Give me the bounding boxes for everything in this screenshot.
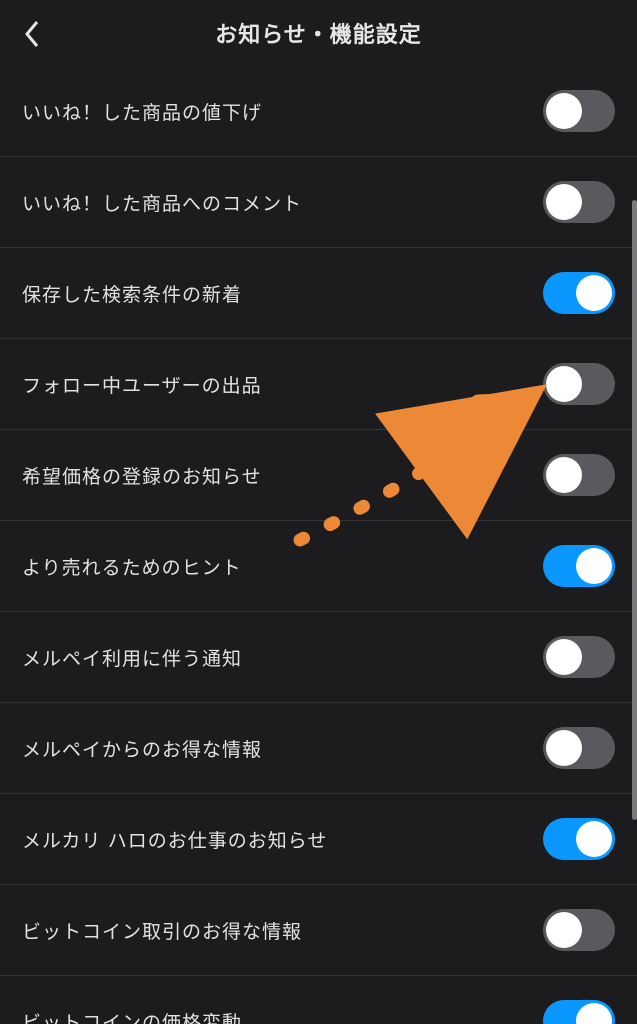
settings-row-label: 希望価格の登録のお知らせ	[22, 462, 262, 489]
toggle-knob	[546, 457, 582, 493]
settings-row: いいね！した商品へのコメント	[0, 157, 637, 248]
settings-row-label: 保存した検索条件の新着	[22, 280, 242, 307]
toggle-switch[interactable]	[543, 818, 615, 860]
settings-row: フォロー中ユーザーの出品	[0, 339, 637, 430]
settings-list: いいね！した商品の値下げいいね！した商品へのコメント保存した検索条件の新着フォロ…	[0, 66, 637, 1024]
page-title: お知らせ・機能設定	[215, 17, 422, 49]
toggle-knob	[546, 639, 582, 675]
toggle-knob	[576, 548, 612, 584]
toggle-switch[interactable]	[543, 90, 615, 132]
toggle-switch[interactable]	[543, 909, 615, 951]
toggle-switch[interactable]	[543, 272, 615, 314]
toggle-knob	[576, 821, 612, 857]
settings-row: 保存した検索条件の新着	[0, 248, 637, 339]
scrollbar-indicator[interactable]	[632, 200, 637, 820]
settings-row-label: メルペイ利用に伴う通知	[22, 644, 242, 671]
settings-row-label: ビットコインの価格変動	[22, 1008, 242, 1024]
settings-row-label: メルペイからのお得な情報	[22, 735, 262, 762]
back-button[interactable]	[14, 16, 50, 52]
settings-row: より売れるためのヒント	[0, 521, 637, 612]
settings-row: 希望価格の登録のお知らせ	[0, 430, 637, 521]
toggle-switch[interactable]	[543, 181, 615, 223]
settings-row: メルペイからのお得な情報	[0, 703, 637, 794]
toggle-switch[interactable]	[543, 454, 615, 496]
toggle-knob	[576, 1003, 612, 1024]
settings-row: ビットコイン取引のお得な情報	[0, 885, 637, 976]
settings-row-label: より売れるためのヒント	[22, 553, 242, 580]
toggle-knob	[546, 93, 582, 129]
toggle-knob	[546, 730, 582, 766]
toggle-knob	[546, 184, 582, 220]
toggle-switch[interactable]	[543, 545, 615, 587]
settings-row-label: ビットコイン取引のお得な情報	[22, 917, 302, 944]
toggle-knob	[576, 275, 612, 311]
toggle-switch[interactable]	[543, 1000, 615, 1024]
toggle-switch[interactable]	[543, 363, 615, 405]
settings-row: メルカリ ハロのお仕事のお知らせ	[0, 794, 637, 885]
settings-row: ビットコインの価格変動	[0, 976, 637, 1024]
settings-row: メルペイ利用に伴う通知	[0, 612, 637, 703]
header: お知らせ・機能設定	[0, 0, 637, 66]
settings-row-label: いいね！した商品の値下げ	[22, 98, 262, 125]
toggle-knob	[546, 366, 582, 402]
toggle-switch[interactable]	[543, 636, 615, 678]
chevron-left-icon	[23, 19, 41, 49]
settings-row: いいね！した商品の値下げ	[0, 66, 637, 157]
settings-row-label: いいね！した商品へのコメント	[22, 189, 302, 216]
settings-row-label: メルカリ ハロのお仕事のお知らせ	[22, 826, 327, 853]
toggle-switch[interactable]	[543, 727, 615, 769]
toggle-knob	[546, 912, 582, 948]
settings-row-label: フォロー中ユーザーの出品	[22, 371, 262, 398]
